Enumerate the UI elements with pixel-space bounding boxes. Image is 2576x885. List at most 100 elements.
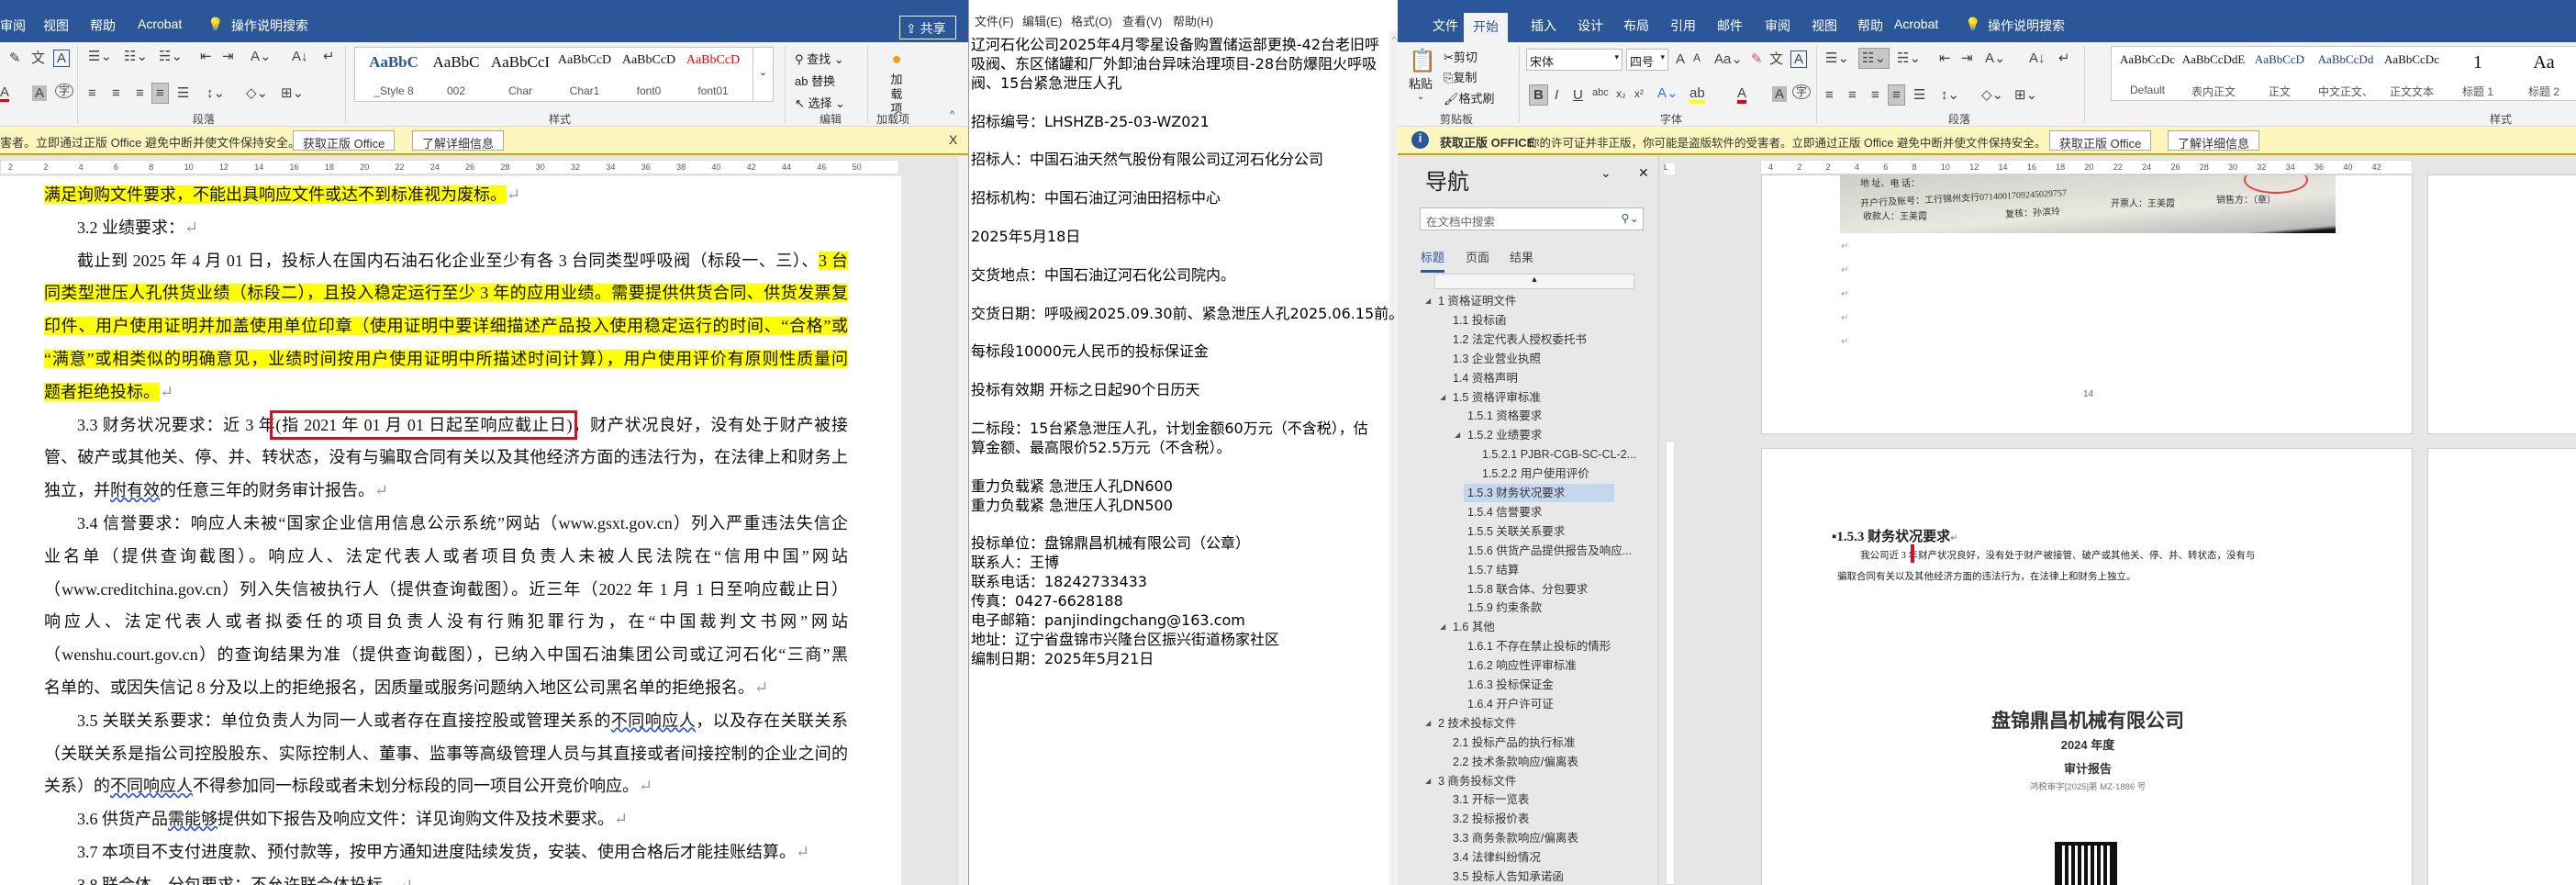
align-right-icon[interactable]: ≡ xyxy=(136,86,144,100)
document-line[interactable]: 印件、用户使用证明并加盖使用单位印章（使用证明中要详细描述产品投入使用稳定运行的… xyxy=(44,313,848,336)
replace-button[interactable]: ab 替换 xyxy=(795,72,835,89)
notepad-line[interactable]: 交货日期：呼吸阀2025.09.30前、紧急泄压人孔2025.06.15前。 xyxy=(971,301,1403,323)
tell-me-search[interactable]: 操作说明搜索 xyxy=(231,17,308,35)
justify-icon[interactable]: ≡ xyxy=(151,83,169,104)
align-center-icon[interactable]: ≡ xyxy=(112,86,120,100)
document-line[interactable]: 3.5 关联关系要求：单位负责人为同一人或者存在直接控股或管理关系的不同响应人，… xyxy=(44,708,848,730)
get-office-button[interactable]: 获取正版 Office xyxy=(2049,130,2152,151)
select-button[interactable]: ↖ 选择 ⌄ xyxy=(795,94,845,111)
styles-more-button[interactable]: ⌄ xyxy=(753,48,773,101)
nav-heading-item[interactable]: 1.5.9 约束条款 xyxy=(1455,599,1542,617)
notepad-line[interactable]: 投标有效期 开标之日起90个日历天 xyxy=(971,377,1199,399)
bullets-icon[interactable]: ☰⌄ xyxy=(88,50,112,63)
notepad-line[interactable]: 每标段10000元人民币的投标保证金 xyxy=(971,339,1209,361)
font-size-select[interactable]: 四号 ▾ xyxy=(1626,49,1668,71)
document-line[interactable]: 满足询购文件要求，不能出具响应文件或达不到标准视为废标。↵ xyxy=(44,182,848,204)
tab-design[interactable]: 设计 xyxy=(1578,17,1603,35)
nav-heading-item[interactable]: 1.4 资格声明 xyxy=(1440,369,1518,387)
nav-heading-item[interactable]: 1.2 法定代表人授权委托书 xyxy=(1440,330,1587,349)
style-item[interactable]: AaBbCcDdE 表内正文 xyxy=(2181,52,2246,99)
expand-triangle-icon[interactable]: ◢ xyxy=(1425,714,1431,733)
nav-heading-item[interactable]: 1.5.2.2 用户使用评价 xyxy=(1469,465,1589,483)
underline-button[interactable]: U xyxy=(1573,88,1583,102)
format-painter-button[interactable]: 🖌格式刷 xyxy=(1444,89,1495,106)
font-color-icon[interactable]: A xyxy=(0,85,10,102)
subscript-button[interactable]: x₂ xyxy=(1616,88,1626,99)
document-line[interactable]: 题者拒绝投标。↵ xyxy=(44,379,848,401)
cut-button[interactable]: ✂剪切 xyxy=(1444,48,1478,65)
notepad-line[interactable]: 阀、15台紧急泄压人孔 xyxy=(971,71,1121,93)
style-item[interactable]: AaBbCcD 正文 xyxy=(2247,52,2312,99)
notepad-line[interactable]: 重力负载紧 急泄压人孔DN500 xyxy=(971,493,1173,515)
decrease-indent-icon[interactable]: ⇤ xyxy=(1939,51,1951,65)
document-line[interactable]: 同类型泄压人孔供货业绩（标段二），且投入稳定运行至少 3 年的应用业绩。需要提供… xyxy=(44,280,848,303)
style-item[interactable]: AaBbC 002 xyxy=(421,53,491,97)
horizontal-ruler[interactable]: 2 2 4 6 8 10 12 14 16 18 20 22 24 26 28 30 32 34 36 38 40 42 4… xyxy=(0,160,899,174)
close-message-icon[interactable]: X xyxy=(949,132,957,147)
nav-heading-item[interactable]: 1.1 投标函 xyxy=(1440,311,1506,330)
nav-tab-results[interactable]: 结果 xyxy=(1510,248,1533,265)
nav-heading-item[interactable]: 3.2 投标报价表 xyxy=(1440,810,1529,828)
nav-search-input[interactable]: 在文档中搜索 ⚲⌄ xyxy=(1420,207,1644,230)
char-border-icon[interactable]: A xyxy=(53,50,71,67)
tab-mailings[interactable]: 邮件 xyxy=(1717,17,1743,35)
style-item[interactable]: AaBbCcI Char xyxy=(485,53,555,97)
document-line[interactable]: 响应人、法定代表人或者拟委任的项目负责人没有行贿犯罪行为，在“中国裁判文书网”网… xyxy=(44,609,848,631)
nav-tab-pages[interactable]: 页面 xyxy=(1466,248,1489,265)
char-border-icon[interactable]: A xyxy=(1790,50,1808,68)
show-marks-icon[interactable]: ↵ xyxy=(2058,51,2070,65)
horizontal-ruler[interactable]: 4 2 2 4 6 8 10 12 14 16 18 20 22 24 26 28 30 32 34 36 40 42 xyxy=(1760,160,2413,174)
line-spacing-icon[interactable]: ↕⌄ xyxy=(206,86,225,100)
tab-help[interactable]: 帮助 xyxy=(90,17,116,35)
highlight-color-icon[interactable]: ab xyxy=(1689,86,1705,104)
document-line[interactable]: 独立，并附有效的任意三年的财务审计报告。↵ xyxy=(44,477,848,499)
nav-heading-item[interactable]: ◢ 1.5 资格评审标准 xyxy=(1440,388,1541,407)
increase-indent-icon[interactable]: ⇥ xyxy=(222,50,234,63)
nav-heading-item[interactable]: 3.1 开标一览表 xyxy=(1440,790,1529,809)
line-spacing-icon[interactable]: ↕⌄ xyxy=(1941,88,1959,102)
paste-button[interactable]: 📋 粘贴 ⌄ xyxy=(1409,48,1436,102)
tell-me-search[interactable]: 操作说明搜索 xyxy=(1988,17,2065,35)
learn-more-button[interactable]: 了解详细信息 xyxy=(412,130,505,151)
font-color-icon[interactable]: A xyxy=(1737,86,1747,104)
vertical-scrollbar[interactable] xyxy=(957,156,968,885)
expand-triangle-icon[interactable]: ◢ xyxy=(1455,426,1460,444)
tab-review[interactable]: 审阅 xyxy=(1765,17,1790,35)
shading-icon[interactable]: ◇⌄ xyxy=(246,86,268,100)
sort-icon[interactable]: A↓ xyxy=(2029,51,2046,65)
document-line[interactable]: （关联关系是指公司控股股东、实际控制人、董事、监事等高级管理人员与其直接或者间接… xyxy=(44,741,848,763)
char-shading-icon[interactable]: A xyxy=(32,85,48,101)
tab-references[interactable]: 引用 xyxy=(1670,17,1696,35)
tab-view[interactable]: 视图 xyxy=(1812,17,1837,35)
distributed-icon[interactable]: ☰ xyxy=(177,86,189,100)
enclose-char-icon[interactable]: 字 xyxy=(1792,84,1812,99)
find-button[interactable]: ⚲ 查找 ⌄ xyxy=(795,50,844,67)
nav-heading-item[interactable]: 3.3 商务条款响应/偏离表 xyxy=(1440,829,1578,847)
borders-icon[interactable]: ⊞⌄ xyxy=(2014,88,2037,102)
multilevel-list-icon[interactable]: ☵⌄ xyxy=(1897,51,1921,65)
decrease-indent-icon[interactable]: ⇤ xyxy=(200,50,212,63)
expand-triangle-icon[interactable]: ◢ xyxy=(1425,772,1431,790)
menu-help[interactable]: 帮助(H) xyxy=(1173,12,1213,29)
align-left-icon[interactable]: ≡ xyxy=(1825,88,1834,102)
notepad-scrollbar[interactable]: ^ xyxy=(1389,31,1398,885)
font-name-select[interactable]: 宋体 ▾ xyxy=(1526,49,1623,71)
text-direction-icon[interactable]: A⌄ xyxy=(251,50,272,63)
notepad-line[interactable]: 招标编号：LHSHZB-25-03-WZ021 xyxy=(971,109,1210,131)
text-effects-icon[interactable]: A⌄ xyxy=(1657,86,1678,100)
nav-heading-item[interactable]: ◢ 3 商务投标文件 xyxy=(1425,772,1516,790)
show-marks-icon[interactable]: ↵ xyxy=(323,50,335,63)
notepad-line[interactable]: 算金额、最高限价52.5万元（不含税）。 xyxy=(971,435,1232,457)
addins-button[interactable]: ● 加载项 xyxy=(883,50,910,117)
nav-heading-item[interactable]: 3.5 投标人告知承诺函 xyxy=(1440,868,1564,885)
notepad-line[interactable]: 招标人：中国石油天然气股份有限公司辽河石化分公司 xyxy=(971,147,1323,169)
distributed-icon[interactable]: ☰ xyxy=(1913,88,1925,102)
tab-acrobat[interactable]: Acrobat xyxy=(138,17,182,31)
document-line[interactable]: 3.7 本项目不支付进度款、预付款等，按甲方通知进度陆续发货，安装、使用合格后才… xyxy=(44,839,848,861)
get-office-button[interactable]: 获取正版 Office xyxy=(293,130,396,151)
align-left-icon[interactable]: ≡ xyxy=(88,86,96,100)
style-item[interactable]: AaBbCcD font01 xyxy=(678,53,748,97)
phonetic-guide-icon[interactable]: 文 xyxy=(1769,52,1783,66)
nav-heading-item[interactable]: ◢ 1.5.2 业绩要求 xyxy=(1455,426,1542,444)
scroll-to-top-button[interactable]: ▲ xyxy=(1434,274,1634,289)
